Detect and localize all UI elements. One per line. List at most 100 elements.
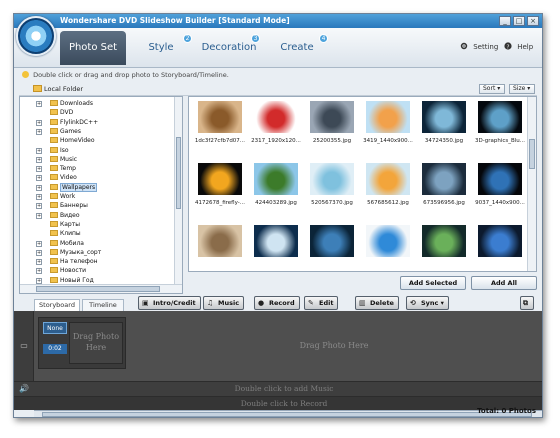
grid-scrollbar[interactable]	[527, 97, 536, 271]
music-button[interactable]: ♫ Music	[203, 296, 245, 310]
tree-scrollbar[interactable]	[174, 97, 182, 285]
photo-thumbnail[interactable]: 2317_1920x120...	[247, 99, 305, 155]
timeline-scrollbar[interactable]	[34, 410, 542, 417]
expand-icon[interactable]: +	[36, 166, 42, 173]
expand-icon[interactable]: +	[36, 119, 42, 126]
sync-button[interactable]: ⟲ Sync ▾	[406, 296, 449, 310]
tab-style[interactable]: Style 2	[128, 31, 194, 65]
photo-thumbnail[interactable]: 9037_1440x900...	[471, 161, 529, 217]
title-bar[interactable]: Wondershare DVD Slideshow Builder [Stand…	[14, 14, 542, 28]
photo-thumbnail[interactable]: 673596956.jpg	[415, 161, 473, 217]
tree-item-label: Music	[60, 155, 78, 163]
add-selected-button[interactable]: Add Selected	[400, 276, 466, 290]
photo-image	[254, 225, 298, 257]
expand-icon[interactable]: +	[36, 194, 42, 200]
tree-item-label: DVD	[60, 109, 74, 117]
photo-thumbnail[interactable]: 3419_1440x900...	[359, 99, 417, 155]
tree-item-label: Музыка_сорт	[60, 248, 102, 256]
photo-caption: 1dc3f27cfb7d07...	[194, 138, 246, 144]
folder-icon	[50, 193, 58, 199]
folder-icon	[50, 202, 58, 209]
photo-thumbnail[interactable]	[415, 223, 473, 271]
photo-thumbnail[interactable]: 1dc3f27cfb7d07...	[191, 99, 249, 155]
photo-thumbnail[interactable]: 34724350.jpg	[415, 99, 473, 155]
photo-thumbnail[interactable]	[303, 223, 361, 271]
expand-icon[interactable]: +	[36, 240, 42, 247]
photo-thumbnail[interactable]	[471, 223, 529, 271]
expand-icon[interactable]: +	[36, 249, 42, 256]
folder-tree[interactable]: + Downloads DVD + FlylinkDC++ + Games HomeVideo…	[19, 96, 183, 294]
photo-thumbnail[interactable]	[247, 223, 305, 271]
expand-icon[interactable]: +	[36, 175, 42, 182]
setting-link[interactable]: Setting	[460, 42, 498, 51]
photo-image	[254, 163, 298, 195]
record-button[interactable]: ● Record	[254, 296, 300, 310]
photo-caption: 567685612.jpg	[367, 200, 409, 206]
tab-timeline[interactable]: Timeline	[82, 299, 124, 311]
expand-icon[interactable]: +	[36, 128, 42, 135]
scroll-thumb[interactable]	[42, 412, 532, 417]
tab-decoration[interactable]: Decoration 3	[196, 31, 262, 65]
main-nav: Photo Set Style 2 Decoration 3 Create 4 …	[14, 16, 542, 68]
photo-thumbnail[interactable]	[359, 223, 417, 271]
record-label: Record	[269, 299, 295, 307]
photo-thumbnail[interactable]: 520567370.jpg	[303, 161, 361, 217]
music-hint: Double click to add Music	[234, 384, 334, 393]
folder-icon	[50, 100, 58, 106]
expand-icon[interactable]: +	[36, 184, 42, 191]
scroll-thumb[interactable]	[36, 286, 160, 292]
minimize-button[interactable]: _	[499, 16, 511, 26]
expand-icon[interactable]: +	[36, 203, 42, 210]
tree-item-label: Wallpapers	[60, 182, 98, 192]
intro-credit-label: Intro/Credit	[153, 299, 196, 307]
window-title: Wondershare DVD Slideshow Builder [Stand…	[60, 16, 290, 25]
storyboard-area[interactable]: ▭ None 0:02 Drag Photo Here Drag Photo H…	[14, 311, 542, 381]
music-track[interactable]: 🔊 Double click to add Music	[14, 381, 542, 396]
help-link[interactable]: ? Help	[504, 42, 533, 51]
tab-storyboard[interactable]: Storyboard	[34, 299, 80, 311]
transition-label[interactable]: None	[43, 322, 67, 334]
help-label: Help	[517, 43, 534, 51]
expand-icon[interactable]: +	[36, 156, 42, 163]
photo-image	[422, 101, 466, 133]
photo-thumbnail[interactable]: 4172678_firefly-...	[191, 161, 249, 217]
expand-icon[interactable]: +	[36, 259, 42, 266]
expand-icon[interactable]: +	[36, 277, 42, 284]
photo-thumbnail[interactable]	[191, 223, 249, 271]
scroll-thumb[interactable]	[529, 139, 535, 169]
storyboard-slot[interactable]: None 0:02 Drag Photo Here	[38, 317, 126, 369]
photo-thumbnail[interactable]: 567685612.jpg	[359, 161, 417, 217]
folder-icon	[33, 85, 42, 92]
photo-grid[interactable]: 9037_1440x900... 673596956.jpg 567685612.j…	[188, 96, 537, 272]
gear-icon	[460, 42, 468, 50]
edit-button[interactable]: ✎ Edit	[304, 296, 339, 310]
delete-button[interactable]: ▥ Delete	[355, 296, 399, 310]
microphone-icon: ●	[258, 299, 265, 307]
expand-icon[interactable]: +	[36, 268, 42, 275]
intro-credit-button[interactable]: ▣ Intro/Credit	[138, 296, 201, 310]
scroll-thumb[interactable]	[176, 137, 181, 209]
photo-image	[198, 101, 242, 133]
photo-thumbnail[interactable]: 3D-graphics_Blu...	[471, 99, 529, 155]
folder-icon	[50, 248, 58, 255]
tab-photo-set[interactable]: Photo Set	[60, 31, 126, 65]
maximize-button[interactable]: □	[513, 16, 525, 26]
close-button[interactable]: ×	[527, 16, 539, 26]
record-track[interactable]: Double click to Record	[14, 396, 542, 410]
expand-icon[interactable]: +	[36, 212, 42, 219]
storyboard-side: ▭	[14, 311, 34, 381]
size-dropdown[interactable]: Size ▾	[509, 84, 535, 94]
tab-create[interactable]: Create 4	[264, 31, 330, 65]
photo-image	[478, 163, 522, 195]
photo-thumbnail[interactable]: 25200355.jpg	[303, 99, 361, 155]
tree-hscrollbar[interactable]	[20, 284, 182, 293]
folder-icon	[50, 276, 58, 283]
expand-icon[interactable]: +	[36, 147, 42, 154]
add-all-button[interactable]: Add All	[471, 276, 537, 290]
photo-image	[198, 225, 242, 257]
photo-thumbnail[interactable]: 424403289.jpg	[247, 161, 305, 217]
window-controls: _ □ ×	[499, 16, 539, 26]
expand-icon[interactable]: +	[36, 101, 42, 107]
collapse-button[interactable]: ⧉	[520, 296, 534, 310]
sort-dropdown[interactable]: Sort ▾	[479, 84, 505, 94]
